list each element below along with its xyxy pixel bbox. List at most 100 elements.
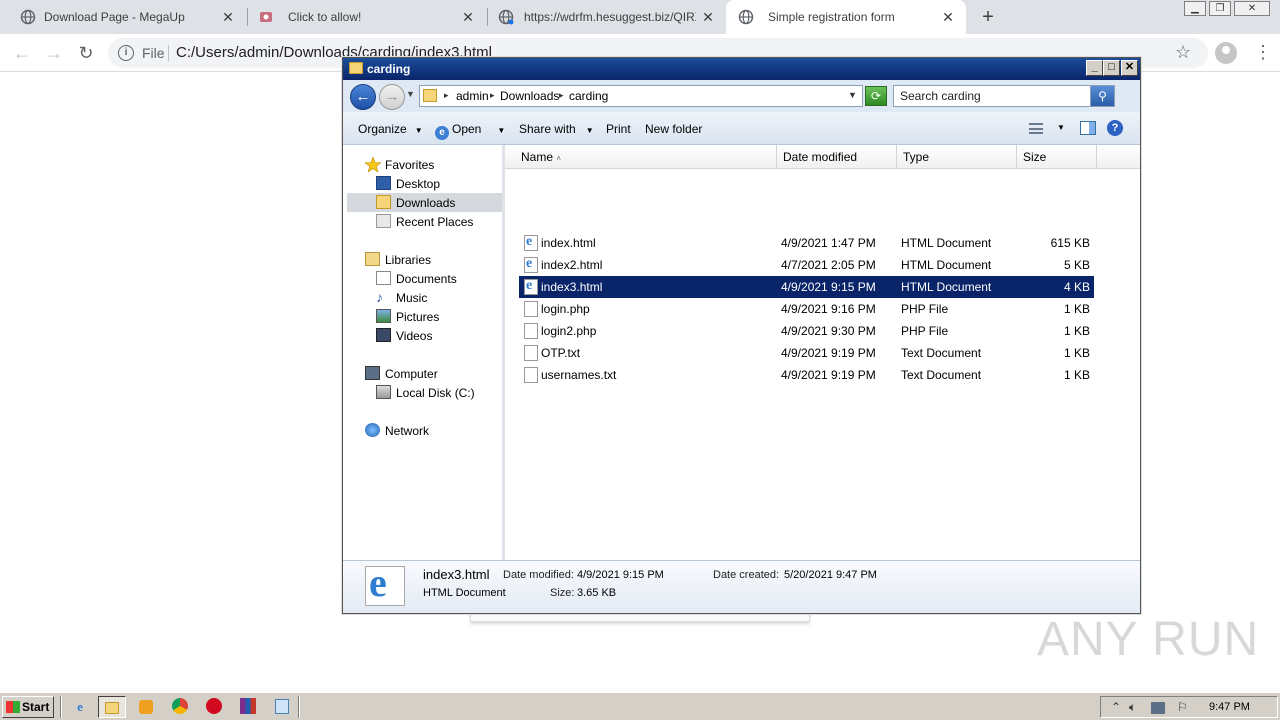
chevron-right-icon[interactable]: ▸ (490, 90, 495, 101)
close-tab-icon[interactable]: ✕ (940, 9, 956, 25)
chevron-up-icon[interactable]: ⌃ (1111, 700, 1121, 714)
winrar-taskbar-icon[interactable] (234, 696, 262, 718)
breadcrumb-admin[interactable]: admin (456, 89, 489, 103)
preview-pane-icon[interactable] (1080, 121, 1096, 135)
globe-icon (20, 9, 36, 25)
nav-computer[interactable]: Computer (343, 364, 502, 383)
nav-recent-places[interactable]: Recent Places (343, 212, 502, 231)
open-label: Open (452, 122, 482, 136)
organize-button[interactable]: Organize ▼ (358, 122, 423, 136)
nav-network[interactable]: Network (343, 421, 502, 440)
ie-taskbar-icon[interactable]: e (66, 696, 94, 718)
column-date-modified[interactable]: Date modified (777, 145, 897, 169)
back-arrow-icon[interactable]: ← (12, 43, 32, 63)
minimize-button[interactable]: _ (1086, 60, 1103, 76)
column-size[interactable]: Size (1017, 145, 1097, 169)
nav-documents[interactable]: Documents (343, 269, 502, 288)
close-tab-icon[interactable]: ✕ (700, 9, 716, 25)
ie-document-icon (524, 256, 538, 273)
network-tray-icon[interactable] (1151, 702, 1165, 714)
nav-videos[interactable]: Videos (343, 326, 502, 345)
table-row[interactable]: OTP.txt 4/9/2021 9:19 PM Text Document 1… (519, 342, 1094, 364)
open-button[interactable]: e Open ▼ (435, 122, 505, 140)
breadcrumb-downloads[interactable]: Downloads (500, 89, 559, 103)
kebab-menu-icon[interactable]: ⋮ (1254, 42, 1272, 62)
nav-pictures[interactable]: Pictures (343, 307, 502, 326)
nav-favorites[interactable]: Favorites (343, 155, 502, 174)
nav-local-disk[interactable]: Local Disk (C:) (343, 383, 502, 402)
table-row[interactable]: login.php 4/9/2021 9:16 PM PHP File 1 KB (519, 298, 1094, 320)
file-date: 4/9/2021 9:19 PM (781, 368, 876, 382)
chevron-down-icon: ▼ (585, 126, 594, 135)
nav-label: Documents (396, 272, 457, 286)
file-date: 4/7/2021 2:05 PM (781, 258, 876, 272)
search-box[interactable]: ⚲ (893, 85, 1115, 107)
maximize-button[interactable]: □ (1103, 60, 1120, 76)
forward-arrow-icon[interactable]: → (379, 84, 405, 110)
explorer-taskbar-icon[interactable] (98, 696, 126, 718)
help-icon[interactable]: ? (1107, 120, 1123, 136)
chevron-down-icon[interactable]: ▼ (1057, 123, 1065, 132)
table-row[interactable]: index2.html 4/7/2021 2:05 PM HTML Docume… (519, 254, 1094, 276)
notepad-taskbar-icon[interactable] (268, 696, 296, 718)
file-name: OTP.txt (541, 346, 581, 360)
search-icon[interactable]: ⚲ (1090, 86, 1114, 106)
folder-icon (349, 62, 363, 74)
close-window-button[interactable]: ✕ (1234, 1, 1270, 16)
navigation-pane: Favorites Desktop Downloads Recent Place… (343, 145, 505, 560)
chevron-right-icon[interactable]: ▸ (444, 90, 449, 101)
nav-music[interactable]: ♪ Music (343, 288, 502, 307)
file-size: 5 KB (1063, 258, 1090, 272)
forward-arrow-icon[interactable]: → (44, 43, 64, 63)
nav-downloads[interactable]: Downloads (347, 193, 502, 212)
nav-desktop[interactable]: Desktop (343, 174, 502, 193)
media-player-taskbar-icon[interactable] (132, 696, 160, 718)
detail-size-label: Size: (550, 587, 575, 599)
chevron-down-icon[interactable]: ▼ (848, 90, 857, 100)
bookmark-star-icon[interactable]: ☆ (1175, 42, 1191, 63)
start-button[interactable]: Start (2, 696, 54, 718)
column-name[interactable]: Name ˄ (515, 145, 777, 169)
minimize-button[interactable]: ▁ (1184, 1, 1206, 16)
detail-created-value: 5/20/2021 9:47 PM (784, 569, 877, 581)
close-tab-icon[interactable]: ✕ (220, 9, 236, 25)
nav-label: Libraries (385, 253, 432, 267)
tab-hesuggest[interactable]: https://wdrfm.hesuggest.biz/QIRXT ✕ (488, 0, 726, 34)
share-with-button[interactable]: Share with ▼ (519, 122, 594, 136)
info-icon[interactable]: i (118, 45, 134, 61)
nav-libraries[interactable]: Libraries (343, 250, 502, 269)
table-row[interactable]: usernames.txt 4/9/2021 9:19 PM Text Docu… (519, 364, 1094, 386)
nav-label: Recent Places (396, 215, 474, 229)
print-button[interactable]: Print (606, 122, 631, 136)
chevron-right-icon[interactable]: ▸ (559, 90, 564, 101)
file-size: 1 KB (1063, 324, 1090, 338)
table-row-selected[interactable]: index3.html 4/9/2021 9:15 PM HTML Docume… (519, 276, 1094, 298)
clock[interactable]: 9:47 PM (1209, 701, 1250, 713)
chrome-taskbar-icon[interactable] (166, 696, 194, 718)
table-row[interactable]: index.html 4/9/2021 1:47 PM HTML Documen… (519, 232, 1094, 254)
refresh-icon[interactable]: ⟳ (865, 86, 887, 106)
new-folder-button[interactable]: New folder (645, 122, 702, 136)
volume-icon[interactable]: 🔈︎ (1129, 700, 1136, 715)
tab-click-to-allow[interactable]: Click to allow! ✕ (248, 0, 486, 34)
column-type[interactable]: Type (897, 145, 1017, 169)
chevron-down-icon[interactable]: ▼ (406, 89, 415, 99)
breadcrumb-carding[interactable]: carding (569, 89, 608, 103)
new-tab-button[interactable]: + (978, 7, 998, 27)
share-label: Share with (519, 122, 576, 136)
table-row[interactable]: login2.php 4/9/2021 9:30 PM PHP File 1 K… (519, 320, 1094, 342)
close-button[interactable]: ✕ (1121, 60, 1138, 76)
breadcrumb[interactable]: ▸ admin ▸ Downloads ▸ carding ▼ (419, 85, 863, 107)
search-input[interactable] (894, 86, 1090, 106)
view-list-icon[interactable] (1029, 123, 1043, 134)
close-tab-icon[interactable]: ✕ (460, 9, 476, 25)
flag-icon[interactable]: ⚐ (1177, 700, 1188, 714)
explorer-titlebar[interactable]: carding _ □ ✕ (343, 58, 1140, 80)
profile-avatar-icon[interactable] (1215, 42, 1237, 64)
back-arrow-icon[interactable]: ← (350, 84, 376, 110)
restore-button[interactable]: ❐ (1209, 1, 1231, 16)
opera-taskbar-icon[interactable] (200, 696, 228, 718)
tab-megaup[interactable]: Download Page - MegaUp ✕ (0, 0, 246, 34)
tab-simple-registration-form[interactable]: Simple registration form ✕ (726, 0, 966, 34)
reload-icon[interactable]: ↻ (76, 43, 96, 63)
